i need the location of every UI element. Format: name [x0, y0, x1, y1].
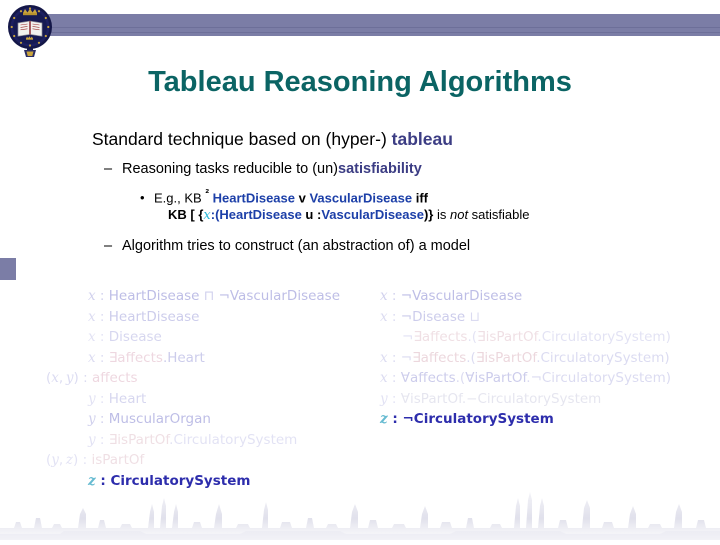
disjunction-operator: v [295, 190, 310, 206]
concept-heart-disease: HeartDisease [212, 190, 295, 206]
tableau-right-column: x : ¬VascularDisease x : ¬Disease ⊔ ¬∃af… [380, 286, 720, 430]
tableau-line: z : ¬CirculatorySystem [380, 411, 554, 427]
close-paren-brace: )} [423, 207, 434, 223]
kb-label: KB [168, 207, 191, 223]
dash-marker: – [104, 161, 113, 177]
oxford-skyline-decoration [0, 484, 720, 540]
example-line-1: • E.g., KB ² HeartDisease v VascularDisea… [140, 186, 720, 206]
banner-rule-lower [48, 32, 720, 33]
slide-body: Standard technique based on (hyper-) tab… [0, 128, 720, 256]
level1-text: Standard technique based on (hyper-) [92, 129, 392, 149]
faded-tableau-expansion: x : HeartDisease ⊓ ¬VascularDisease x : … [0, 286, 720, 502]
tableau-line: y : Heart [88, 390, 147, 407]
tableau-line: x : ¬VascularDisease [380, 288, 523, 304]
not-word: not [449, 207, 469, 223]
tableau-line: x : ∀affects.(∀isPartOf.¬CirculatorySyst… [380, 370, 672, 386]
tableau-line: x : ¬∃affects.(∃isPartOf.CirculatorySyst… [380, 349, 670, 366]
eg-suffix-iff: iff [412, 190, 428, 206]
level1-highlight: tableau [391, 129, 453, 149]
tableau-line: x : HeartDisease [88, 308, 200, 325]
tableau-left-column: x : HeartDisease ⊓ ¬VascularDisease x : … [42, 286, 382, 491]
bullet-level2-algorithm: – Algorithm tries to construct (an abstra… [104, 236, 720, 256]
tableau-line: x : HeartDisease ⊓ ¬VascularDisease [88, 288, 341, 304]
is-word: is [433, 207, 450, 223]
tableau-line: x : ¬Disease ⊔ [380, 308, 481, 325]
slide-title: Tableau Reasoning Algorithms [148, 66, 572, 98]
example-line-2: KB [ {x:(HeartDisease u :VascularDisease… [168, 206, 720, 224]
concept-vascular-disease: VascularDisease [309, 190, 413, 206]
bullet-level3-example: • E.g., KB ² HeartDisease v VascularDisea… [140, 186, 720, 224]
variable-x: x [203, 208, 211, 224]
banner-rule-upper [48, 27, 720, 28]
left-accent-block [0, 258, 16, 280]
bullet-level2-satisfiability: – Reasoning tasks reducible to (un)satisf… [104, 159, 720, 179]
oxford-crest-icon [6, 2, 54, 60]
level2-highlight: satisfiability [338, 161, 422, 177]
bullet-level1: Standard technique based on (hyper-) tab… [92, 128, 720, 150]
header-banner [48, 14, 720, 36]
tableau-line: y : MuscularOrgan [88, 411, 211, 427]
concept-vascular-disease-2: VascularDisease [321, 207, 424, 223]
tableau-line: y : ∃isPartOf.CirculatorySystem [88, 431, 298, 448]
level2-text: Reasoning tasks reducible to (un) [122, 161, 339, 177]
tableau-line: x : Disease [88, 329, 162, 345]
satisfiable-word: satisfiable [468, 207, 530, 223]
eg-prefix: E.g., KB [154, 190, 206, 206]
tableau-line: (x, y) : affects [46, 370, 138, 386]
dash-marker-2: – [104, 238, 113, 255]
level2b-text: Algorithm tries to construct (an abstrac… [122, 238, 471, 255]
tableau-line: ¬∃affects.(∃isPartOf.CirculatorySystem) [402, 329, 671, 345]
concept-heart-disease-2: HeartDisease [219, 207, 302, 223]
conjunction-operator: u [301, 207, 317, 223]
tableau-line: x : ∃affects.Heart [88, 349, 205, 366]
tableau-line: (y, z) : isPartOf [46, 452, 145, 468]
tableau-line: y : ∀isPartOf.−CirculatorySystem [380, 390, 602, 407]
bullet-dot-marker: • [140, 190, 145, 206]
